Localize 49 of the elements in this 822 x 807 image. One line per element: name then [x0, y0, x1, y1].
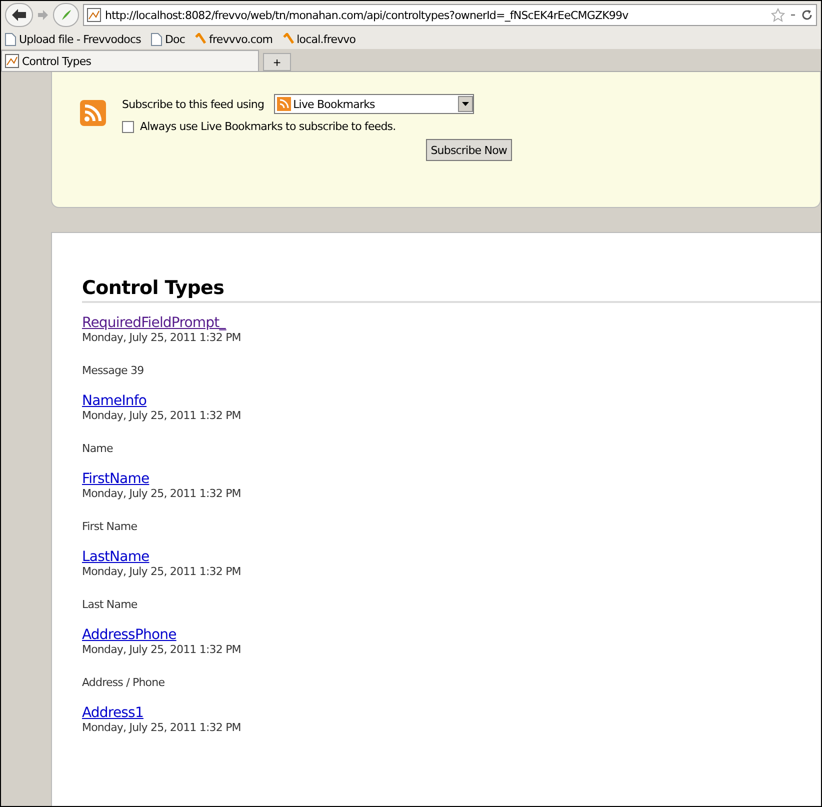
entry-link[interactable]: NameInfo [82, 393, 147, 409]
star-icon[interactable] [771, 8, 785, 22]
subscribe-label: Subscribe to this feed using [122, 98, 264, 110]
bookmark-link[interactable]: frevvvo.com [195, 32, 273, 46]
entry-date: Monday, July 25, 2011 1:32 PM [82, 721, 242, 734]
page-icon [5, 54, 19, 68]
select-value: Live Bookmarks [293, 98, 376, 110]
back-button[interactable] [5, 3, 33, 27]
bookmark-tool-button[interactable] [53, 3, 79, 27]
bookmark-label: Doc [164, 32, 186, 46]
reload-icon[interactable] [801, 9, 813, 21]
page-icon [87, 8, 101, 22]
entry-link[interactable]: LastName [82, 549, 150, 565]
bookmark-link[interactable]: Doc [150, 32, 186, 46]
address-bar[interactable]: http://localhost:8082/frevvo/web/tn/monahan.com/api/controltypes?ownerId=_fNScEK4rEeCMGZK99v [83, 4, 817, 26]
subscribe-button[interactable]: Subscribe Now [426, 139, 512, 161]
entry-description: Name [82, 442, 114, 455]
entry-date: Monday, July 25, 2011 1:32 PM [82, 409, 242, 422]
bookmark-link[interactable]: local.frevvo [282, 32, 356, 46]
browser-tab[interactable]: Control Types [1, 50, 259, 71]
checkbox[interactable] [122, 120, 134, 132]
entry-link[interactable]: AddressPhone [82, 627, 176, 643]
entry-date: Monday, July 25, 2011 1:32 PM [82, 643, 242, 656]
bookmark-label: local.frevvo [296, 32, 356, 46]
feather-icon [282, 32, 294, 46]
entry-date: Monday, July 25, 2011 1:32 PM [82, 565, 242, 578]
entry-description: First Name [82, 520, 138, 533]
entry-description: Message 39 [82, 364, 145, 377]
bookmark-label: frevvvo.com [209, 32, 273, 46]
feather-icon [195, 32, 206, 46]
checkbox-label: Always use Live Bookmarks to subscribe to feeds. [140, 120, 396, 133]
entry-description: Last Name [82, 598, 138, 611]
page-heading: Control Types [82, 277, 821, 303]
rss-icon [277, 97, 292, 111]
new-tab-button[interactable]: + [263, 53, 291, 71]
feed-reader-select[interactable]: Live Bookmarks [274, 94, 474, 114]
entry-link[interactable]: RequiredFieldPrompt_ [82, 315, 226, 331]
entry-description: Address / Phone [82, 676, 166, 689]
tab-label: Control Types [22, 54, 92, 68]
page-icon [150, 32, 162, 46]
entry-date: Monday, July 25, 2011 1:32 PM [82, 331, 242, 344]
entry-link[interactable]: Address1 [82, 705, 144, 721]
entry-date: Monday, July 25, 2011 1:32 PM [82, 487, 242, 500]
rss-icon [80, 100, 106, 126]
dropdown-button[interactable] [458, 96, 474, 112]
leaf-icon [60, 9, 72, 21]
page-icon [5, 32, 16, 46]
entry-link[interactable]: FirstName [82, 471, 150, 487]
back-arrow-icon [11, 8, 27, 22]
